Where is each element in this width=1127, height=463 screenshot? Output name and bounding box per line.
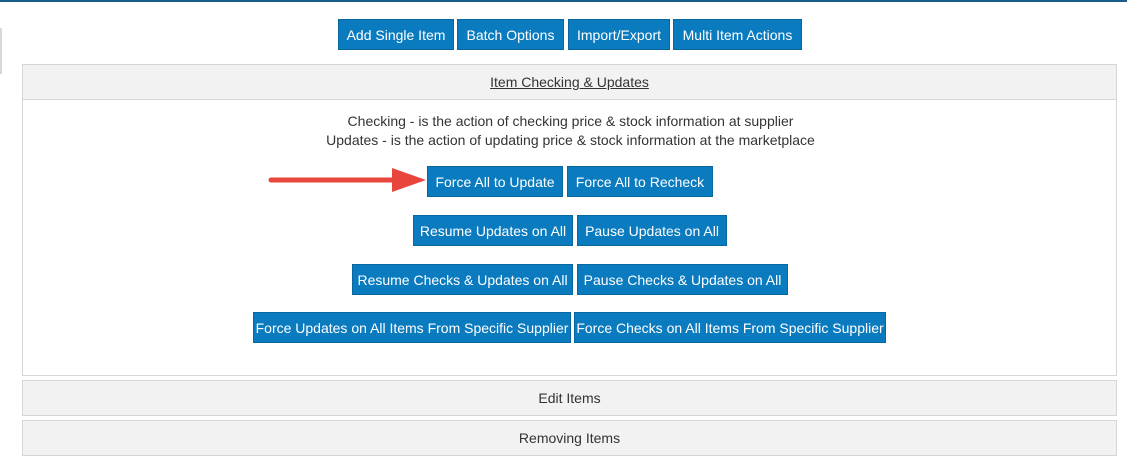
force-all-update-button[interactable]: Force All to Update [427, 166, 563, 197]
updates-description: Updates - is the action of updating pric… [326, 132, 815, 148]
force-updates-supplier-button[interactable]: Force Updates on All Items From Specific… [253, 312, 571, 343]
edit-items-label: Edit Items [538, 390, 601, 406]
resume-checks-updates-button[interactable]: Resume Checks & Updates on All [352, 264, 573, 295]
import-export-button[interactable]: Import/Export [568, 19, 670, 50]
force-all-recheck-button[interactable]: Force All to Recheck [567, 166, 713, 197]
removing-items-label: Removing Items [518, 430, 621, 446]
item-checking-header[interactable]: Item Checking & Updates [23, 65, 1116, 100]
removing-items-section[interactable]: Removing Items [22, 420, 1117, 456]
resume-updates-button[interactable]: Resume Updates on All [413, 215, 573, 246]
pause-updates-button[interactable]: Pause Updates on All [577, 215, 727, 246]
red-arrow-icon [268, 168, 426, 192]
pause-checks-updates-button[interactable]: Pause Checks & Updates on All [577, 264, 788, 295]
add-single-item-button[interactable]: Add Single Item [338, 19, 454, 50]
left-edge-mark [0, 28, 2, 74]
checking-description: Checking - is the action of checking pri… [347, 113, 794, 129]
edit-items-section[interactable]: Edit Items [22, 380, 1117, 416]
batch-options-button[interactable]: Batch Options [457, 19, 564, 50]
panel-title[interactable]: Item Checking & Updates [490, 74, 649, 90]
multi-item-actions-button[interactable]: Multi Item Actions [673, 19, 802, 50]
force-checks-supplier-button[interactable]: Force Checks on All Items From Specific … [574, 312, 886, 343]
top-border-line [0, 0, 1127, 2]
